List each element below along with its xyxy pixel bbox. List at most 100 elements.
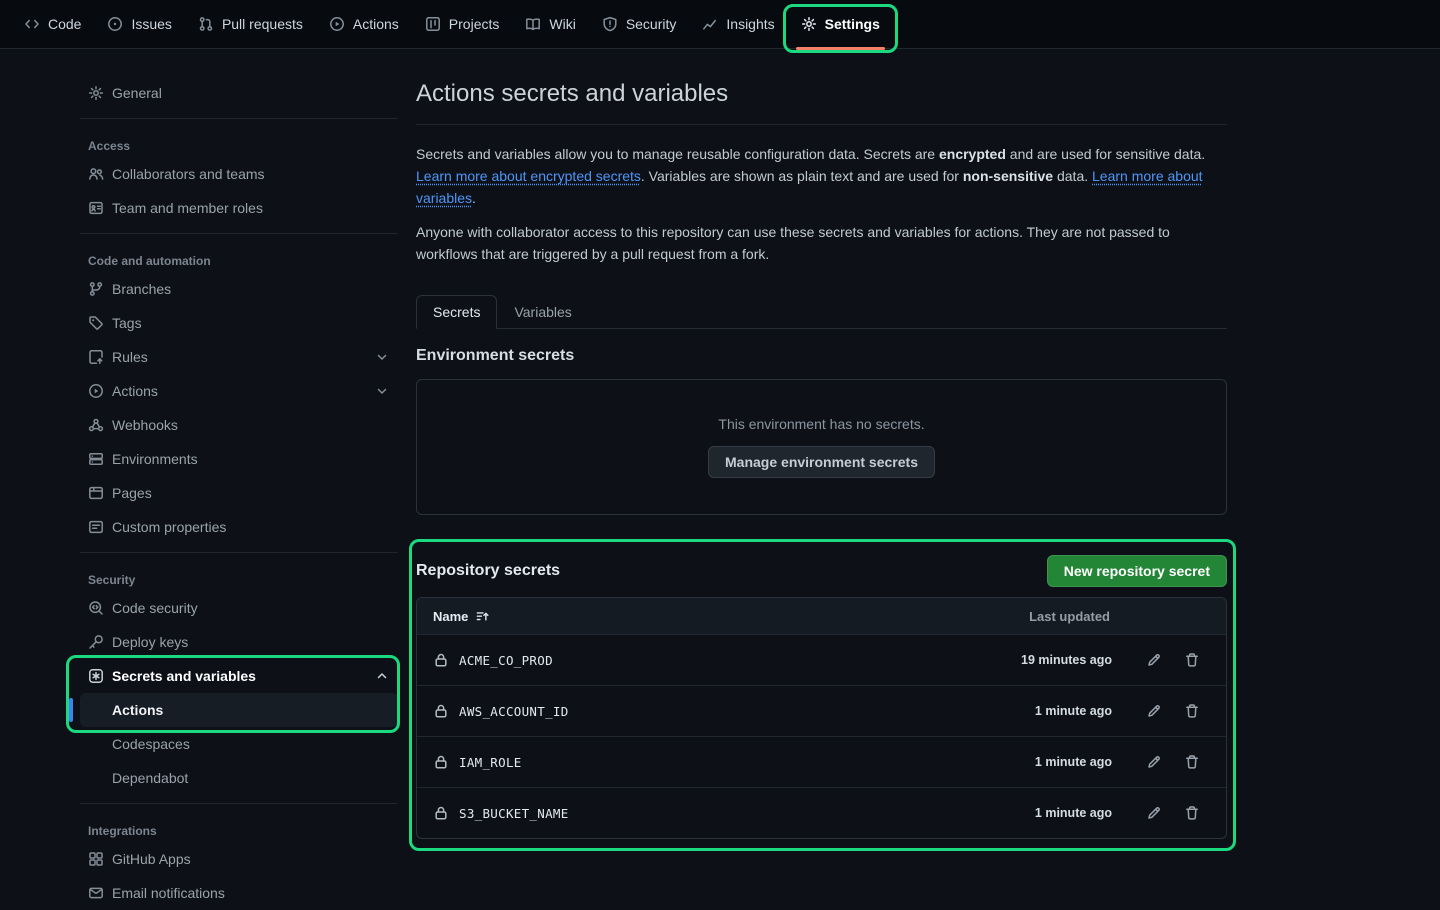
mail-icon <box>88 885 104 901</box>
sidebar-item-label: Team and member roles <box>112 200 263 216</box>
sidebar-subitem-actions[interactable]: Actions <box>80 693 398 727</box>
nav-tab-actions[interactable]: Actions <box>319 0 409 48</box>
code-icon <box>24 16 40 32</box>
nav-tab-wiki[interactable]: Wiki <box>515 0 585 48</box>
secret-updated: 1 minute ago <box>1035 704 1112 718</box>
nav-tab-settings[interactable]: Settings <box>791 0 890 48</box>
git-pull-request-icon <box>198 16 214 32</box>
sidebar-item-pages[interactable]: Pages <box>80 476 398 510</box>
delete-secret-button[interactable] <box>1184 805 1200 821</box>
pencil-icon <box>1146 754 1162 770</box>
shield-icon <box>602 16 618 32</box>
nav-tab-label: Wiki <box>549 16 575 32</box>
codescan-icon <box>88 600 104 616</box>
nav-tab-label: Pull requests <box>222 16 303 32</box>
new-repository-secret-button[interactable]: New repository secret <box>1047 555 1227 587</box>
chevron-down-icon[interactable] <box>374 383 390 399</box>
nav-tab-security[interactable]: Security <box>592 0 687 48</box>
sort-ascending-icon[interactable] <box>475 609 490 624</box>
edit-secret-button[interactable] <box>1146 754 1162 770</box>
secret-updated: 19 minutes ago <box>1021 653 1112 667</box>
chevron-down-icon[interactable] <box>374 349 390 365</box>
apps-grid-icon <box>88 851 104 867</box>
sidebar-divider <box>80 118 398 119</box>
sidebar-item-label: General <box>112 85 162 101</box>
sidebar-item-environments[interactable]: Environments <box>80 442 398 476</box>
sidebar-item-general[interactable]: General <box>80 76 398 110</box>
environment-secrets-heading: Environment secrets <box>416 347 1227 365</box>
sidebar-item-webhooks[interactable]: Webhooks <box>80 408 398 442</box>
learn-more-link[interactable]: Learn more about encrypted secrets <box>416 168 641 184</box>
secret-name: AWS_ACCOUNT_ID <box>459 704 569 719</box>
settings-sidebar: General Access Collaborators and teams T… <box>80 76 398 910</box>
sidebar-item-email-notifications[interactable]: Email notifications <box>80 876 398 910</box>
settings-content: Actions secrets and variables Secrets an… <box>416 76 1227 839</box>
note-icon <box>88 519 104 535</box>
sidebar-item-actions[interactable]: Actions <box>80 374 398 408</box>
emphasized-text: non-sensitive <box>963 168 1053 184</box>
column-name: Name <box>433 609 490 624</box>
key-asterisk-icon <box>88 668 104 684</box>
nav-tab-issues[interactable]: Issues <box>97 0 181 48</box>
sidebar-item-team-and-member-roles[interactable]: Team and member roles <box>80 191 398 225</box>
repository-secrets-table: Name Last updated ACME_CO_PROD 19 minute… <box>416 597 1227 839</box>
sidebar-item-collaborators-and-teams[interactable]: Collaborators and teams <box>80 157 398 191</box>
pencil-icon <box>1146 805 1162 821</box>
sidebar-divider <box>80 233 398 234</box>
sidebar-item-label: Email notifications <box>112 885 225 901</box>
people-icon <box>88 166 104 182</box>
tab-variables[interactable]: Variables <box>497 295 588 329</box>
sidebar-item-tags[interactable]: Tags <box>80 306 398 340</box>
secret-row-actions: 1 minute ago <box>1035 805 1210 821</box>
sidebar-item-label: Dependabot <box>112 770 188 786</box>
rules-icon <box>88 349 104 365</box>
sidebar-item-label: Custom properties <box>112 519 226 535</box>
chevron-up-icon[interactable] <box>374 668 390 684</box>
sidebar-item-label: Rules <box>112 349 148 365</box>
nav-tab-label: Security <box>626 16 677 32</box>
sidebar-subitem-dependabot[interactable]: Dependabot <box>80 761 398 795</box>
lock-icon <box>433 652 449 668</box>
nav-tab-code[interactable]: Code <box>14 0 91 48</box>
key-icon <box>88 634 104 650</box>
nav-tab-label: Issues <box>131 16 171 32</box>
sidebar-item-label: Actions <box>112 383 158 399</box>
sidebar-item-label: Collaborators and teams <box>112 166 265 182</box>
webhook-icon <box>88 417 104 433</box>
sidebar-item-code-security[interactable]: Code security <box>80 591 398 625</box>
tag-icon <box>88 315 104 331</box>
edit-secret-button[interactable] <box>1146 805 1162 821</box>
edit-secret-button[interactable] <box>1146 652 1162 668</box>
sidebar-item-label: Actions <box>112 702 163 718</box>
sidebar-item-deploy-keys[interactable]: Deploy keys <box>80 625 398 659</box>
sidebar-item-custom-properties[interactable]: Custom properties <box>80 510 398 544</box>
edit-secret-button[interactable] <box>1146 703 1162 719</box>
tab-secrets[interactable]: Secrets <box>416 295 497 329</box>
nav-tab-pull-requests[interactable]: Pull requests <box>188 0 313 48</box>
delete-secret-button[interactable] <box>1184 754 1200 770</box>
emphasized-text: encrypted <box>939 146 1006 162</box>
nav-tab-label: Insights <box>726 16 774 32</box>
nav-tab-label: Settings <box>825 16 880 32</box>
manage-environment-secrets-button[interactable]: Manage environment secrets <box>708 446 935 478</box>
delete-secret-button[interactable] <box>1184 703 1200 719</box>
nav-tab-projects[interactable]: Projects <box>415 0 510 48</box>
nav-tab-insights[interactable]: Insights <box>692 0 784 48</box>
gear-icon <box>88 85 104 101</box>
sidebar-item-label: Secrets and variables <box>112 668 256 684</box>
sidebar-item-secrets-and-variables[interactable]: Secrets and variables <box>80 659 398 693</box>
table-icon <box>425 16 441 32</box>
sidebar-item-label: Environments <box>112 451 198 467</box>
sidebar-item-github-apps[interactable]: GitHub Apps <box>80 842 398 876</box>
sidebar-subitem-codespaces[interactable]: Codespaces <box>80 727 398 761</box>
play-icon <box>329 16 345 32</box>
delete-secret-button[interactable] <box>1184 652 1200 668</box>
secret-row: AWS_ACCOUNT_ID 1 minute ago <box>417 685 1226 736</box>
trash-icon <box>1184 754 1200 770</box>
lock-icon <box>433 754 449 770</box>
environment-secrets-panel: This environment has no secrets. Manage … <box>416 379 1227 515</box>
sidebar-item-branches[interactable]: Branches <box>80 272 398 306</box>
secret-updated: 1 minute ago <box>1035 806 1112 820</box>
sidebar-item-label: Tags <box>112 315 142 331</box>
sidebar-item-rules[interactable]: Rules <box>80 340 398 374</box>
